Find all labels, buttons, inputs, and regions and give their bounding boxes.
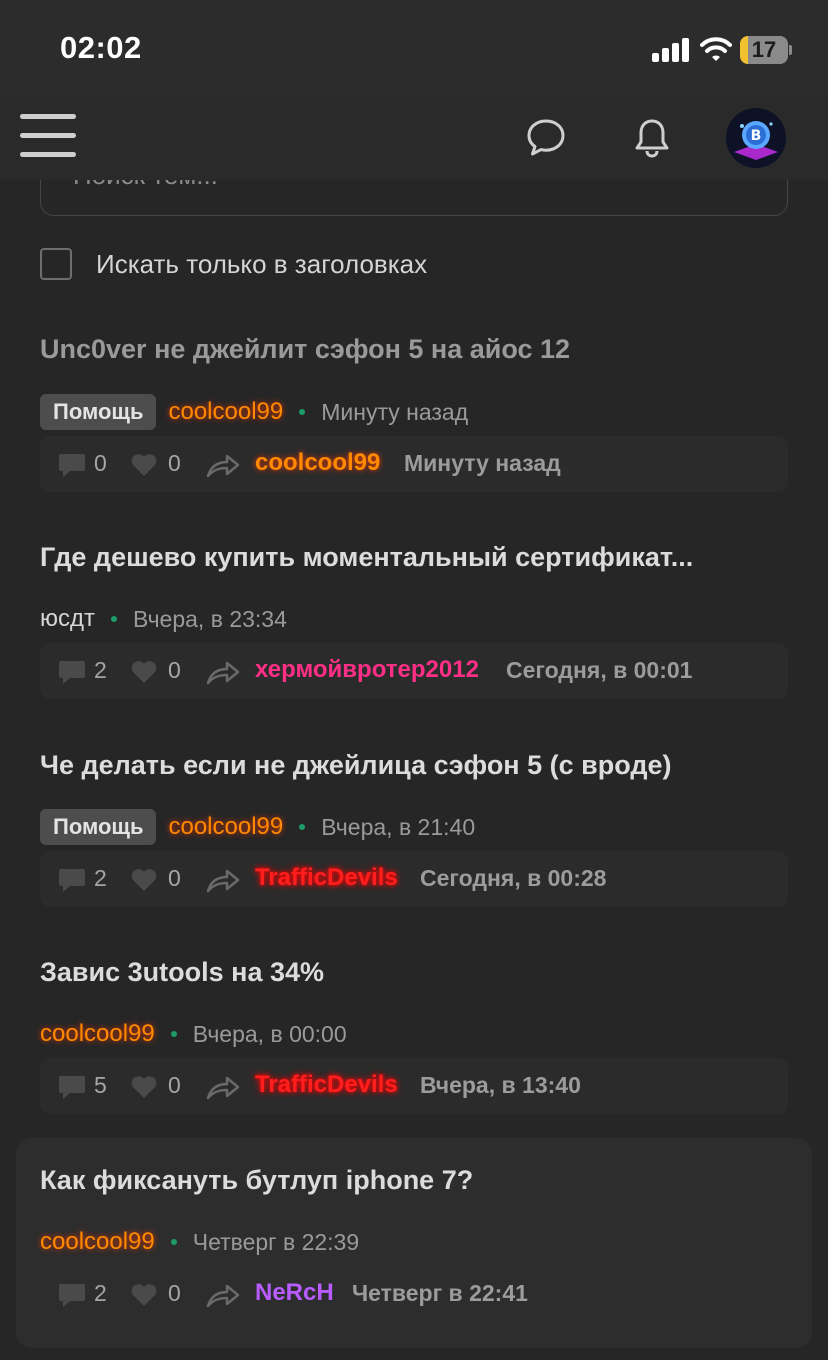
separator-dot [299, 824, 306, 830]
cellular-signal-icon [652, 38, 689, 62]
titles-only-label: Искать только в заголовках [96, 249, 428, 279]
thread-author[interactable]: юсдт [40, 601, 95, 637]
replies-icon [59, 454, 85, 477]
likes-count: 0 [168, 1280, 181, 1306]
likes-count: 0 [168, 450, 181, 476]
last-poster[interactable]: хермойвротер2012 [255, 656, 479, 684]
thread-title[interactable]: Где дешево купить моментальный сертифика… [40, 542, 693, 573]
heart-icon [131, 1284, 157, 1306]
prefix-tag[interactable]: Помощь [40, 809, 157, 845]
thread-title[interactable]: Че делать если не джейлица сэфон 5 (с вр… [40, 750, 672, 781]
thread-title[interactable]: Завис 3utools на 34% [40, 957, 324, 988]
last-post-time[interactable]: Сегодня, в 00:01 [506, 657, 692, 684]
prefix-tag[interactable]: Помощь [40, 394, 157, 430]
last-poster[interactable]: coolcool99 [255, 449, 380, 477]
bell-icon[interactable] [630, 116, 674, 160]
thread-author[interactable]: coolcool99 [168, 809, 283, 845]
thread-time: Вчера, в 00:00 [192, 1021, 347, 1047]
thread-meta: Помощь coolcool99 Минуту назад [40, 394, 468, 430]
thread-meta: Помощь coolcool99 Вчера, в 21:40 [40, 809, 475, 845]
replies-count: 2 [94, 865, 107, 891]
top-navbar: B [0, 96, 828, 180]
likes-count: 0 [168, 865, 181, 891]
separator-dot [299, 409, 306, 415]
thread-meta: юсдт Вчера, в 23:34 [40, 601, 287, 637]
separator-dot [170, 1031, 177, 1037]
share-arrow-icon [206, 661, 240, 685]
separator-dot [111, 616, 117, 622]
heart-icon [131, 454, 157, 476]
hamburger-icon[interactable] [20, 112, 76, 160]
thread-time: Минуту назад [321, 399, 469, 425]
share-arrow-icon [206, 1076, 240, 1100]
replies-count: 5 [94, 1072, 107, 1098]
thread-meta: coolcool99 Четверг в 22:39 [40, 1224, 359, 1260]
replies-icon [59, 869, 85, 892]
thread-author[interactable]: coolcool99 [168, 394, 283, 430]
separator-dot [170, 1239, 177, 1245]
share-arrow-icon [206, 869, 240, 893]
svg-text:B: B [751, 128, 762, 144]
replies-count: 0 [94, 450, 107, 476]
thread-stats: 5 0 TrafficDevils Вчера, в 13:40 [40, 1058, 788, 1114]
thread-author[interactable]: coolcool99 [40, 1016, 155, 1052]
share-arrow-icon [206, 454, 240, 478]
heart-icon [131, 869, 157, 891]
replies-count: 2 [94, 1280, 107, 1306]
last-poster[interactable]: NeRcH [255, 1279, 334, 1307]
heart-icon [131, 1076, 157, 1098]
thread-stats: 2 0 хермойвротер2012 Сегодня, в 00:01 [40, 643, 788, 699]
battery-level: 17 [751, 37, 777, 62]
thread-time: Вчера, в 23:34 [133, 606, 287, 632]
thread-stats: 2 0 TrafficDevils Сегодня, в 00:28 [40, 851, 788, 907]
thread-title[interactable]: Как фиксануть бутлуп iphone 7? [40, 1165, 473, 1196]
last-poster[interactable]: TrafficDevils [255, 864, 398, 892]
thread-author[interactable]: coolcool99 [40, 1224, 155, 1260]
wifi-icon [700, 37, 732, 61]
thread-stats: 0 0 coolcool99 Минуту назад [40, 436, 788, 492]
chat-bubble-icon[interactable] [524, 116, 568, 160]
thread-title[interactable]: Unc0ver не джейлит сэфон 5 на айос 12 [40, 334, 570, 365]
avatar[interactable]: B [726, 108, 786, 168]
thread-meta: coolcool99 Вчера, в 00:00 [40, 1016, 347, 1052]
share-arrow-icon [206, 1284, 240, 1308]
replies-icon [59, 661, 85, 684]
battery-tip [789, 45, 792, 55]
status-time: 02:02 [60, 30, 142, 65]
last-poster[interactable]: TrafficDevils [255, 1071, 398, 1099]
last-post-time[interactable]: Вчера, в 13:40 [420, 1072, 581, 1099]
battery-indicator: 17 [740, 36, 792, 64]
likes-count: 0 [168, 657, 181, 683]
last-post-time[interactable]: Сегодня, в 00:28 [420, 865, 606, 892]
battery-body: 17 [740, 36, 788, 64]
last-post-time[interactable]: Минуту назад [404, 450, 561, 477]
likes-count: 0 [168, 1072, 181, 1098]
thread-time: Четверг в 22:39 [192, 1229, 360, 1255]
heart-icon [131, 661, 157, 683]
status-bar: 02:02 17 [0, 0, 828, 96]
bitcoin-avatar-icon: B [726, 108, 786, 168]
last-post-time[interactable]: Четверг в 22:41 [352, 1280, 528, 1307]
titles-only-checkbox[interactable] [40, 248, 72, 280]
thread-time: Вчера, в 21:40 [321, 814, 476, 840]
thread-stats: 2 0 NeRcH Четверг в 22:41 [40, 1266, 788, 1322]
replies-icon [59, 1076, 85, 1099]
replies-icon [59, 1284, 85, 1307]
replies-count: 2 [94, 657, 107, 683]
